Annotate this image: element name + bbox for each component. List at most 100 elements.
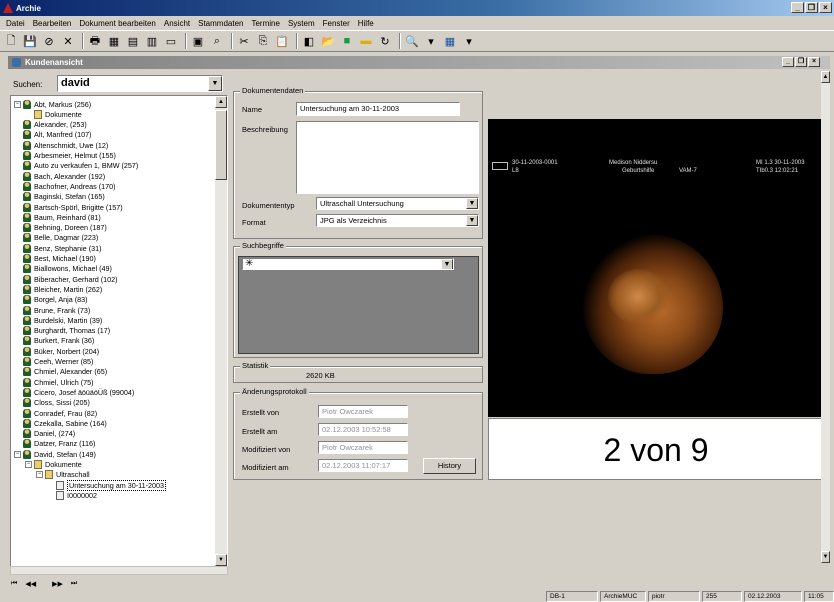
tree-person-item[interactable]: Cicero, Josef äöüäöÜß (99004) (14, 387, 134, 397)
description-field[interactable] (296, 121, 479, 194)
tree-person-item[interactable]: Burdelski, Martin (39) (14, 315, 102, 325)
tree-person-item[interactable]: Bach, Alexander (192) (14, 171, 105, 181)
chevron-down-icon[interactable]: ▼ (466, 198, 478, 209)
tree-person-item[interactable]: Brune, Frank (73) (14, 305, 90, 315)
tree-folder-item[interactable]: − Ultraschall (36, 470, 90, 480)
search-combo[interactable]: ▼ (57, 75, 223, 92)
keywords-list[interactable] (238, 256, 479, 354)
layout-dropdown-icon[interactable]: ▾ (461, 33, 477, 49)
stop-icon[interactable]: ⊘ (41, 33, 57, 49)
tree-person-item[interactable]: Best, Michael (190) (14, 254, 96, 264)
main-vertical-scrollbar[interactable]: ▲ ▼ (821, 71, 830, 563)
menu-bearbeiten[interactable]: Bearbeiten (29, 19, 76, 28)
tree-document-item[interactable]: Untersuchung am 30-11-2003 (47, 479, 166, 491)
tree-person-item[interactable]: Arbesmeier, Helmut (155) (14, 151, 116, 161)
tree-person-item[interactable]: Daniel, (274) (14, 429, 75, 439)
tree-person-item[interactable]: Borgel, Anja (83) (14, 295, 88, 305)
tree-person-item[interactable]: Altenschmidt, Uwe (12) (14, 140, 108, 150)
name-field[interactable]: Untersuchung am 30-11-2003 (296, 102, 460, 116)
search-input[interactable] (58, 76, 204, 90)
collapse-toggle-icon[interactable]: − (25, 461, 32, 468)
refresh-icon[interactable]: ↻ (377, 33, 393, 49)
menu-stammdaten[interactable]: Stammdaten (194, 19, 247, 28)
green-block-icon[interactable]: ■ (339, 33, 355, 49)
tree-person-item[interactable]: Belle, Dagmar (223) (14, 233, 98, 243)
tree-horizontal-scrollbar[interactable] (10, 566, 228, 575)
tree-person-item[interactable]: Benz, Stephanie (31) (14, 243, 102, 253)
chevron-down-icon[interactable]: ▼ (441, 259, 453, 269)
tree-person-item[interactable]: Chmiel, Alexander (65) (14, 367, 107, 377)
scroll-thumb[interactable] (215, 110, 227, 180)
tree-person-item[interactable]: Czekalla, Sabine (164) (14, 418, 107, 428)
tree-person-item[interactable]: Datzer, Franz (116) (14, 439, 95, 449)
new-document-icon[interactable]: 🗋 (3, 33, 19, 49)
scroll-up-icon[interactable]: ▲ (821, 71, 830, 83)
tree-person-item[interactable]: − David, Stefan (149) (14, 449, 96, 459)
tree-person-item[interactable]: Baum, Reinhard (81) (14, 212, 101, 222)
previous-record-icon[interactable]: ◀◀ (25, 580, 36, 588)
menu-termine[interactable]: Termine (247, 19, 283, 28)
export-icon[interactable]: ▥ (144, 33, 160, 49)
tree-person-item[interactable]: Alexander, (253) (14, 120, 87, 130)
tree-person-item[interactable]: Bachofner, Andreas (170) (14, 181, 116, 191)
tree-person-item[interactable]: Burkert, Frank (36) (14, 336, 94, 346)
menu-ansicht[interactable]: Ansicht (160, 19, 194, 28)
menu-system[interactable]: System (284, 19, 319, 28)
tree-person-item[interactable]: Bartsch-Spörl, Brigitte (157) (14, 202, 123, 212)
paste-icon[interactable]: 📋 (274, 33, 290, 49)
tree-person-item[interactable]: Burghardt, Thomas (17) (14, 326, 110, 336)
scroll-down-icon[interactable]: ▼ (215, 554, 227, 566)
tree-document-item[interactable]: I0000002 (47, 490, 97, 500)
tree-person-item[interactable]: Baginski, Stefan (165) (14, 192, 105, 202)
find-icon[interactable]: ⌕ (209, 33, 225, 49)
next-record-icon[interactable]: ▶▶ (52, 580, 63, 588)
child-minimize-button[interactable]: _ (782, 57, 794, 67)
menu-dokument-bearbeiten[interactable]: Dokument bearbeiten (75, 19, 160, 28)
tag-icon[interactable]: ▬ (358, 33, 374, 49)
close-button[interactable]: × (819, 2, 832, 13)
tree-person-item[interactable]: Bleicher, Martin (262) (14, 284, 102, 294)
first-record-icon[interactable]: ⏮ (11, 580, 17, 588)
child-restore-button[interactable]: ❐ (795, 57, 807, 67)
tree-person-item[interactable]: Büker, Norbert (204) (14, 346, 99, 356)
copy-icon[interactable]: ⎘ (255, 33, 271, 49)
view-options-icon[interactable]: ▾ (423, 33, 439, 49)
cut-icon[interactable]: ✂ (236, 33, 252, 49)
collapse-toggle-icon[interactable]: − (14, 100, 21, 108)
format-select[interactable]: JPG als Verzeichnis ▼ (316, 214, 479, 227)
last-record-icon[interactable]: ⏭ (71, 580, 77, 588)
collapse-toggle-icon[interactable]: − (36, 471, 43, 479)
print-icon[interactable]: 🖶 (87, 33, 103, 49)
child-close-button[interactable]: × (808, 57, 820, 67)
import-icon[interactable]: ▤ (125, 33, 141, 49)
restore-button[interactable]: ❐ (805, 2, 818, 13)
zoom-icon[interactable]: 🔍 (404, 33, 420, 49)
attach-icon[interactable]: ◧ (301, 33, 317, 49)
tree-vertical-scrollbar[interactable]: ▲ ▼ (215, 96, 227, 566)
tree-person-item[interactable]: Biallowons, Michael (49) (14, 264, 112, 274)
scroll-down-icon[interactable]: ▼ (821, 551, 830, 563)
minimize-button[interactable]: _ (791, 2, 804, 13)
document-type-select[interactable]: Ultraschall Untersuchung ▼ (316, 197, 479, 210)
tree-person-item[interactable]: Alt, Manfred (107) (14, 130, 92, 140)
chevron-down-icon[interactable]: ▼ (466, 215, 478, 226)
tree-person-item[interactable]: Behning, Doreen (187) (14, 223, 107, 233)
menu-fenster[interactable]: Fenster (319, 19, 354, 28)
tree-person-item[interactable]: Auto zu verkaufen 1, BMW (257) (14, 161, 138, 171)
customer-tree[interactable]: − Abt, Markus (256) Dokumente Alexander, (2… (10, 95, 228, 567)
tree-folder-item[interactable]: Dokumente (25, 109, 82, 119)
window-layout-icon[interactable]: ▦ (442, 33, 458, 49)
menu-datei[interactable]: Datei (2, 19, 29, 28)
tree-person-item[interactable]: Chmiel, Ulrich (75) (14, 377, 94, 387)
calendar-icon[interactable]: ▣ (190, 33, 206, 49)
scan-icon[interactable]: ▦ (106, 33, 122, 49)
menu-hilfe[interactable]: Hilfe (354, 19, 378, 28)
scroll-up-icon[interactable]: ▲ (215, 96, 227, 108)
ultrasound-image[interactable]: 30-11-2003-0001 L8 Medison Niddersu Gebu… (488, 119, 824, 417)
folder-icon[interactable]: ▭ (163, 33, 179, 49)
chevron-down-icon[interactable]: ▼ (208, 76, 222, 91)
tree-person-item[interactable]: Ceeh, Werner (85) (14, 357, 93, 367)
history-button[interactable]: History (423, 458, 476, 474)
keyword-combo[interactable]: ✳ ▼ (242, 258, 454, 270)
collapse-toggle-icon[interactable]: − (14, 450, 21, 458)
